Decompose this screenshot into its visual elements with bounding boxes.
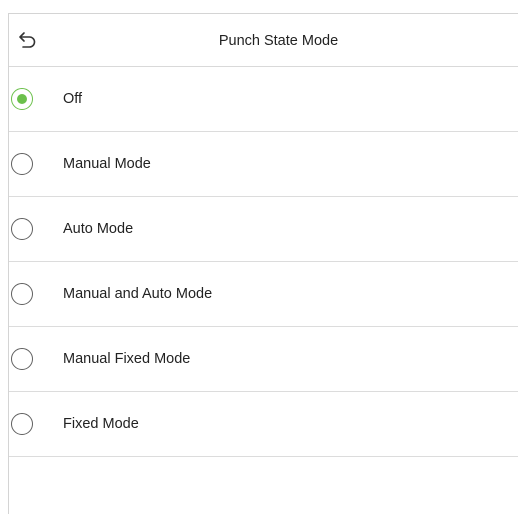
option-label: Manual and Auto Mode [63,286,213,302]
header-bar: Punch State Mode [9,14,518,67]
radio-button[interactable] [11,218,33,240]
option-fixed-mode[interactable]: Fixed Mode [9,392,518,457]
option-off[interactable]: Off [9,67,518,132]
option-label: Off [63,91,83,107]
radio-button[interactable] [11,413,33,435]
option-manual-and-auto-mode[interactable]: Manual and Auto Mode [9,262,518,327]
radio-button[interactable] [11,348,33,370]
option-label: Manual Mode [63,156,151,172]
punch-state-mode-screen: Punch State Mode Off Manual Mode Auto Mo… [8,13,518,514]
option-label: Fixed Mode [63,416,139,432]
option-auto-mode[interactable]: Auto Mode [9,197,518,262]
radio-button-selected[interactable] [11,88,33,110]
page-title: Punch State Mode [218,33,339,49]
option-label: Auto Mode [63,221,134,237]
radio-button[interactable] [11,283,33,305]
option-label: Manual Fixed Mode [63,351,191,367]
option-manual-mode[interactable]: Manual Mode [9,132,518,197]
radio-dot-icon [17,94,27,104]
radio-button[interactable] [11,153,33,175]
option-manual-fixed-mode[interactable]: Manual Fixed Mode [9,327,518,392]
